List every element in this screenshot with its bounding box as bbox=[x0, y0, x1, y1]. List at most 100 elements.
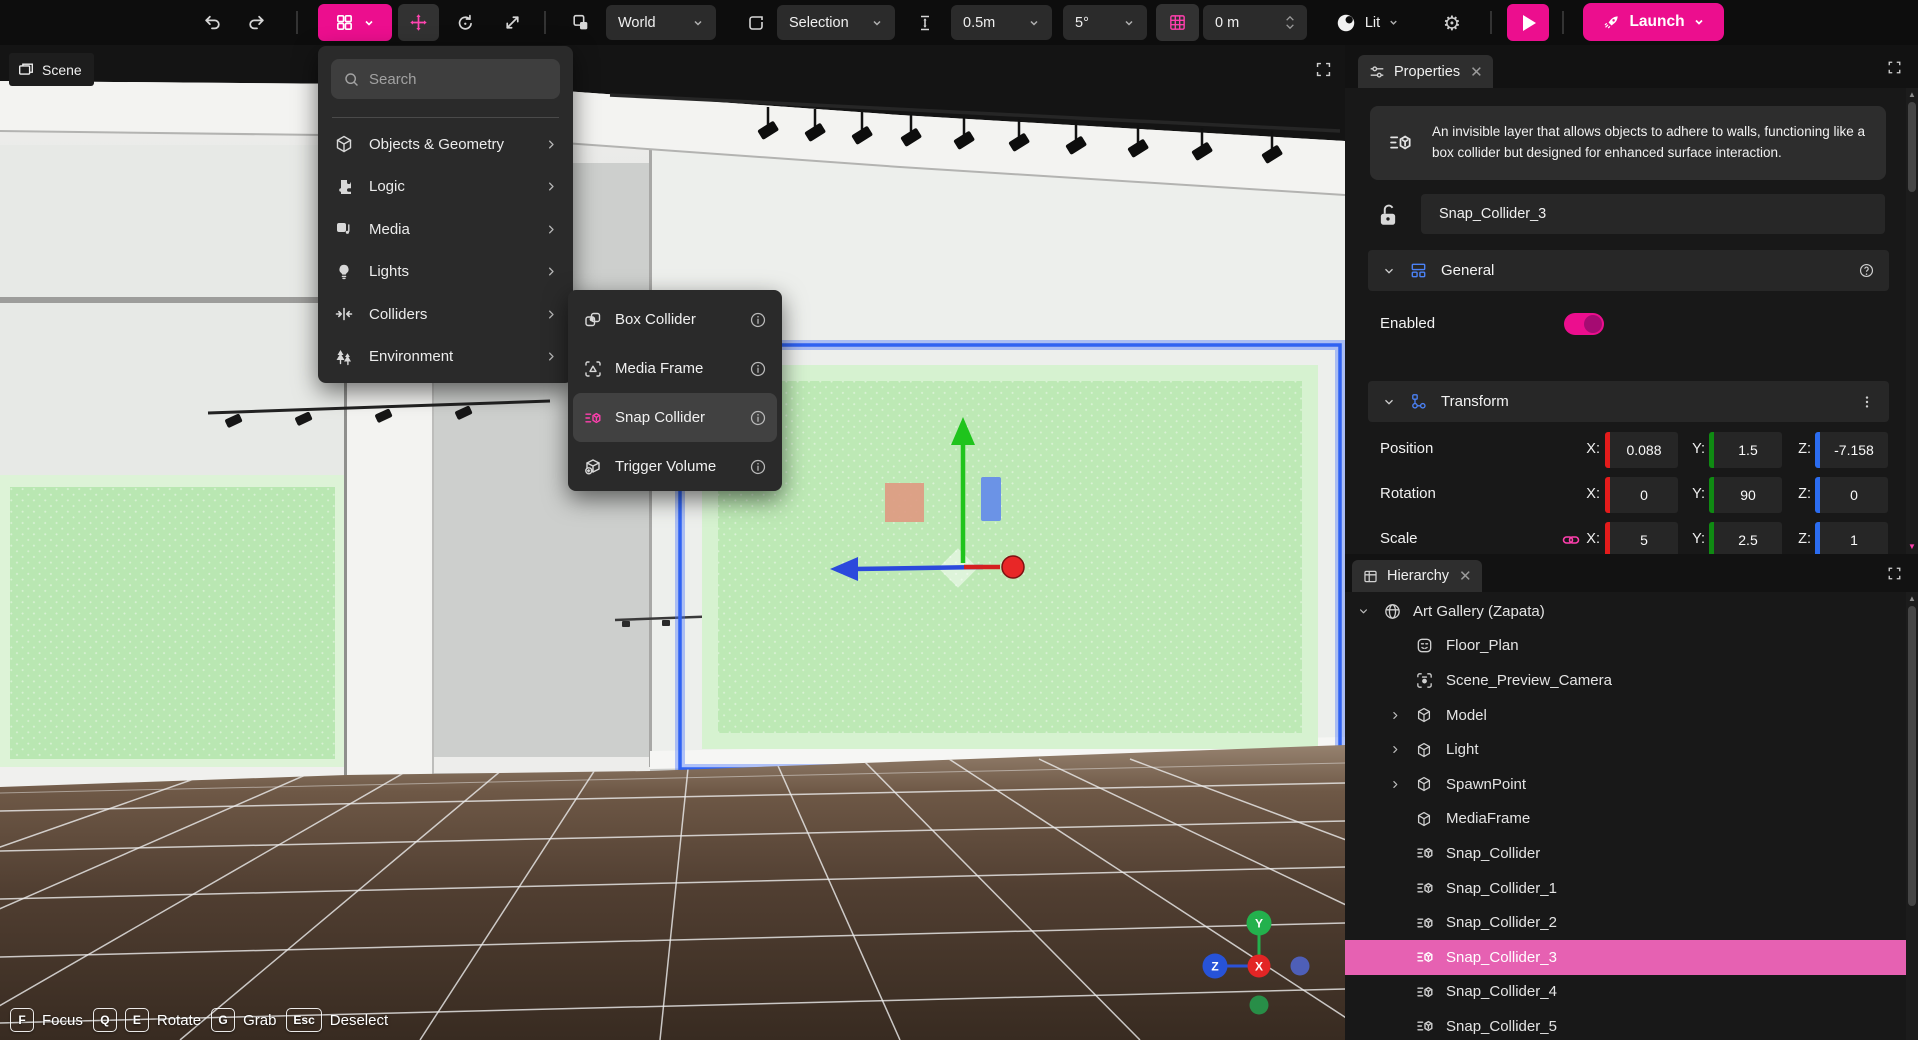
close-icon[interactable]: ✕ bbox=[1470, 63, 1483, 81]
transform-section-header[interactable]: Transform bbox=[1368, 381, 1889, 422]
hierarchy-item-snap-collider-3[interactable]: Snap_Collider_3 bbox=[1345, 940, 1906, 975]
hierarchy-expand-icon[interactable] bbox=[1882, 561, 1906, 585]
elevation-stepper[interactable]: 0 m bbox=[1203, 5, 1307, 40]
rotate-tool-button[interactable] bbox=[445, 4, 485, 41]
hierarchy-item-mediaframe[interactable]: MediaFrame bbox=[1345, 802, 1906, 837]
grid-toggle-button[interactable] bbox=[1156, 4, 1199, 41]
hierarchy-tab[interactable]: Hierarchy ✕ bbox=[1352, 560, 1482, 592]
scene-tab[interactable]: Scene bbox=[9, 53, 94, 86]
object-name-input[interactable] bbox=[1421, 194, 1885, 234]
hierarchy-item-snap-collider-1[interactable]: Snap_Collider_1 bbox=[1345, 871, 1906, 906]
gizmo-z-axis[interactable] bbox=[854, 567, 983, 569]
menu-item-lights[interactable]: Lights bbox=[318, 251, 573, 294]
chevron-up-icon[interactable] bbox=[1285, 15, 1295, 22]
pivot-mode-button[interactable] bbox=[736, 4, 776, 41]
close-icon[interactable]: ✕ bbox=[1459, 567, 1472, 585]
scale-y-value[interactable]: 2.5 bbox=[1714, 522, 1782, 554]
hierarchy-item-scene-preview-camera[interactable]: Scene_Preview_Camera bbox=[1345, 663, 1906, 698]
scale-z-value[interactable]: 1 bbox=[1820, 522, 1888, 554]
play-button[interactable] bbox=[1507, 4, 1549, 41]
axis-negy-dot[interactable] bbox=[1250, 996, 1269, 1015]
hierarchy-item-snap-collider-2[interactable]: Snap_Collider_2 bbox=[1345, 905, 1906, 940]
launch-button[interactable]: Launch bbox=[1583, 3, 1724, 41]
transform-space-dropdown[interactable]: World bbox=[606, 5, 716, 40]
scroll-up-arrow[interactable]: ▲ bbox=[1908, 91, 1916, 99]
hierarchy-item-floor-plan[interactable]: Floor_Plan bbox=[1345, 629, 1906, 664]
rotation-x-value[interactable]: 0 bbox=[1610, 477, 1678, 513]
chevron-right-icon[interactable] bbox=[1389, 709, 1402, 722]
chevron-down-icon[interactable] bbox=[1285, 23, 1295, 30]
scale-x-value[interactable]: 5 bbox=[1610, 522, 1678, 554]
chevron-right-icon[interactable] bbox=[1389, 743, 1402, 756]
gizmo-x-handle[interactable] bbox=[1002, 556, 1024, 578]
submenu-item-media-frame[interactable]: Media Frame bbox=[573, 344, 777, 393]
rotate-step-dropdown[interactable]: 5° bbox=[1063, 5, 1147, 40]
scrollbar-thumb[interactable] bbox=[1908, 102, 1916, 192]
properties-scrollbar[interactable]: ▲ ▼ bbox=[1906, 88, 1918, 554]
info-icon[interactable] bbox=[749, 458, 767, 476]
menu-item-media[interactable]: Media bbox=[318, 208, 573, 251]
position-y-value[interactable]: 1.5 bbox=[1714, 432, 1782, 468]
chevron-down-icon[interactable] bbox=[1357, 605, 1370, 618]
search-input[interactable] bbox=[369, 71, 529, 88]
object-name-field[interactable] bbox=[1421, 194, 1885, 234]
rotation-z-field[interactable]: 0 bbox=[1815, 477, 1888, 513]
hierarchy-item-snap-collider-5[interactable]: Snap_Collider_5 bbox=[1345, 1009, 1906, 1040]
chevron-right-icon[interactable] bbox=[1389, 778, 1402, 791]
hierarchy-item-art-gallery-zapata[interactable]: Art Gallery (Zapata) bbox=[1345, 594, 1906, 629]
gizmo-plane-handle-xy[interactable] bbox=[885, 483, 924, 522]
scroll-down-arrow[interactable]: ▼ bbox=[1908, 543, 1916, 551]
hierarchy-item-light[interactable]: Light bbox=[1345, 732, 1906, 767]
info-icon[interactable] bbox=[749, 360, 767, 378]
position-x-field[interactable]: 0.088 bbox=[1605, 432, 1678, 468]
add-object-menu-button[interactable] bbox=[318, 4, 392, 41]
hierarchy-item-spawnpoint[interactable]: SpawnPoint bbox=[1345, 767, 1906, 802]
paste-transform-button[interactable] bbox=[560, 4, 600, 41]
viewport-3d[interactable]: Y Z X bbox=[0, 45, 1345, 1040]
info-icon[interactable] bbox=[749, 311, 767, 329]
scale-z-field[interactable]: 1 bbox=[1815, 522, 1888, 554]
submenu-item-snap-collider[interactable]: Snap Collider bbox=[573, 393, 777, 442]
scroll-up-arrow[interactable]: ▲ bbox=[1908, 595, 1916, 603]
info-icon[interactable] bbox=[749, 409, 767, 427]
position-z-value[interactable]: -7.158 bbox=[1820, 432, 1888, 468]
menu-item-logic[interactable]: Logic bbox=[318, 166, 573, 209]
lock-open-icon[interactable] bbox=[1375, 200, 1401, 235]
hierarchy-item-model[interactable]: Model bbox=[1345, 698, 1906, 733]
gizmo-plane-handle-z[interactable] bbox=[981, 477, 1001, 521]
scrollbar-thumb[interactable] bbox=[1908, 606, 1916, 906]
submenu-item-trigger-volume[interactable]: Trigger Volume bbox=[573, 442, 777, 491]
move-tool-button[interactable] bbox=[398, 4, 439, 41]
rotation-z-value[interactable]: 0 bbox=[1820, 477, 1888, 513]
render-mode-dropdown[interactable]: Lit bbox=[1322, 4, 1412, 41]
scene-canvas[interactable]: Y Z X bbox=[0, 45, 1345, 1040]
viewport-expand-icon[interactable] bbox=[1310, 56, 1336, 82]
submenu-item-box-collider[interactable]: Box Collider bbox=[573, 295, 777, 344]
snap-mode-dropdown[interactable]: Selection bbox=[777, 5, 895, 40]
menu-item-colliders[interactable]: Colliders bbox=[318, 293, 573, 336]
redo-button[interactable] bbox=[237, 4, 275, 41]
grid-step-dropdown[interactable]: 0.5m bbox=[951, 5, 1052, 40]
rotation-x-field[interactable]: 0 bbox=[1605, 477, 1678, 513]
help-icon[interactable] bbox=[1858, 262, 1875, 279]
menu-search[interactable] bbox=[331, 59, 560, 99]
hierarchy-item-snap-collider-4[interactable]: Snap_Collider_4 bbox=[1345, 975, 1906, 1010]
rotation-y-field[interactable]: 90 bbox=[1709, 477, 1782, 513]
axis-negx-dot[interactable] bbox=[1291, 957, 1310, 976]
enabled-toggle[interactable] bbox=[1564, 313, 1604, 335]
scale-y-field[interactable]: 2.5 bbox=[1709, 522, 1782, 554]
menu-item-environment[interactable]: Environment bbox=[318, 336, 573, 379]
hierarchy-item-snap-collider[interactable]: Snap_Collider bbox=[1345, 836, 1906, 871]
properties-expand-icon[interactable] bbox=[1882, 55, 1906, 79]
properties-tab[interactable]: Properties ✕ bbox=[1358, 55, 1493, 88]
menu-item-objects-geometry[interactable]: Objects & Geometry bbox=[318, 123, 573, 166]
general-section-header[interactable]: General bbox=[1368, 250, 1889, 291]
stepper-arrows[interactable] bbox=[1285, 15, 1295, 30]
surface-snap-button[interactable] bbox=[905, 4, 945, 41]
position-z-field[interactable]: -7.158 bbox=[1815, 432, 1888, 468]
settings-button[interactable]: ⚙ bbox=[1432, 4, 1472, 41]
undo-button[interactable] bbox=[193, 4, 231, 41]
scale-tool-button[interactable] bbox=[492, 4, 532, 41]
scale-x-field[interactable]: 5 bbox=[1605, 522, 1678, 554]
hierarchy-scrollbar[interactable]: ▲ bbox=[1906, 592, 1918, 1040]
